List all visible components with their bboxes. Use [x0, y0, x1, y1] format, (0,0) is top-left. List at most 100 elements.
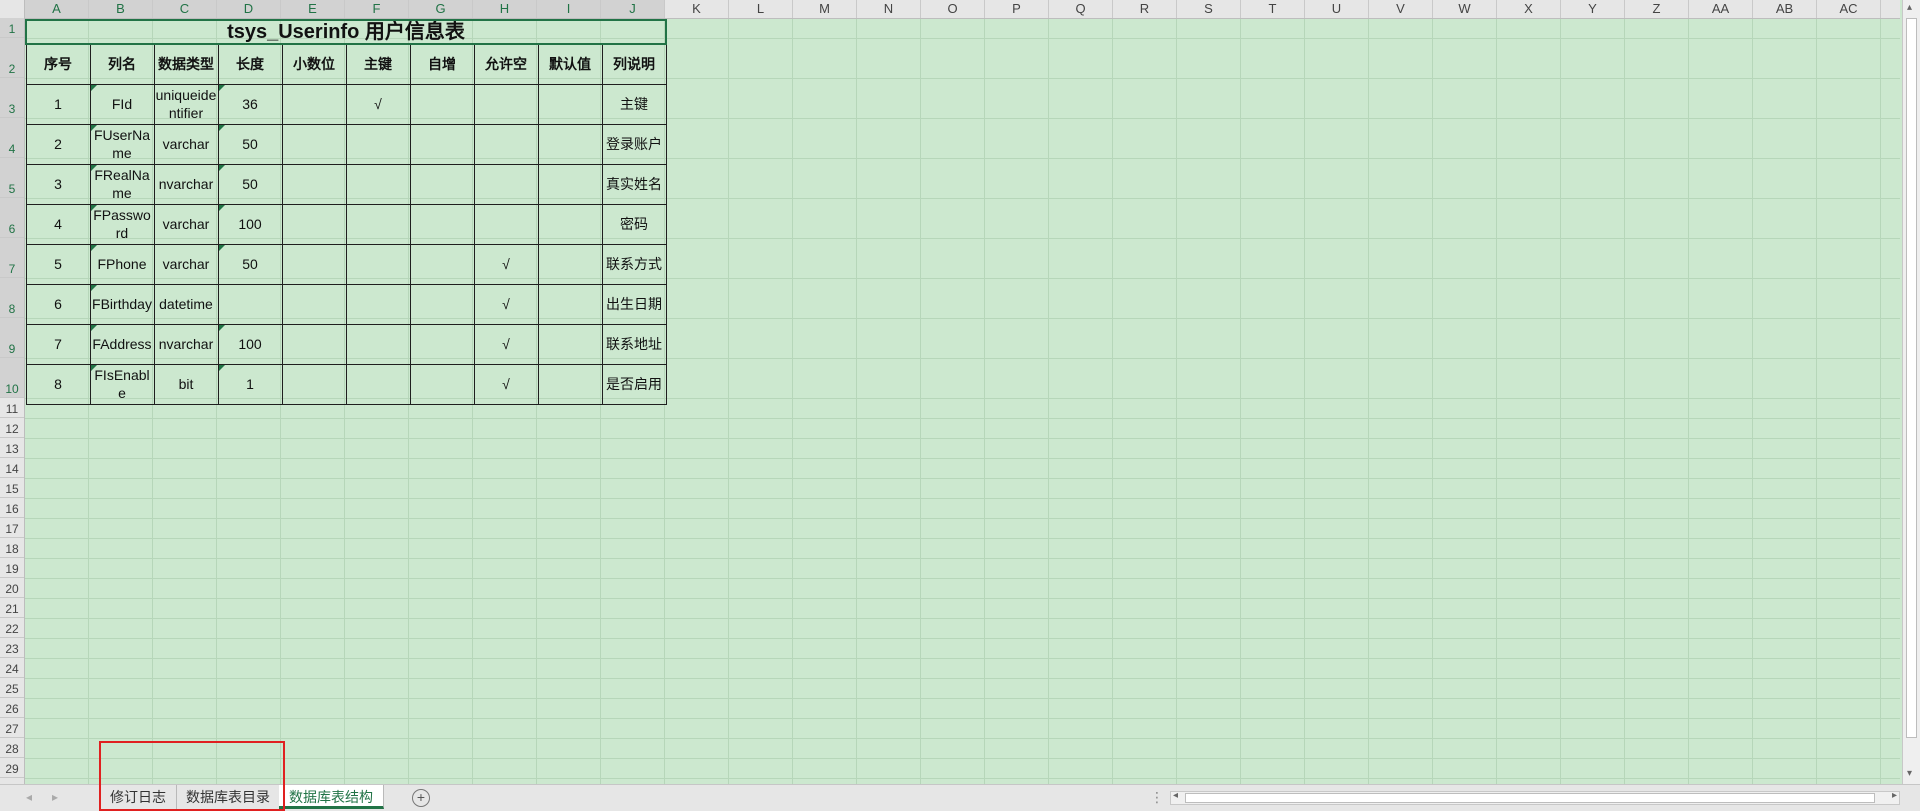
table-cell[interactable] — [537, 83, 603, 125]
sheet-tab[interactable]: 修订日志 — [100, 785, 177, 809]
column-label[interactable]: 小数位 — [281, 43, 347, 85]
table-cell[interactable]: √ — [345, 83, 411, 125]
table-cell[interactable] — [281, 323, 347, 365]
table-cell[interactable]: FRealName — [89, 163, 155, 205]
column-label[interactable]: 默认值 — [537, 43, 603, 85]
column-header-z[interactable]: Z — [1625, 0, 1689, 18]
row-header-4[interactable]: 4 — [0, 118, 24, 158]
column-label[interactable]: 长度 — [217, 43, 283, 85]
column-header-ab[interactable]: AB — [1753, 0, 1817, 18]
table-cell[interactable] — [281, 203, 347, 245]
table-cell[interactable] — [537, 323, 603, 365]
table-cell[interactable]: 2 — [25, 123, 91, 165]
row-header-19[interactable]: 19 — [0, 558, 24, 578]
table-cell[interactable]: FId — [89, 83, 155, 125]
table-cell[interactable] — [409, 123, 475, 165]
column-header-q[interactable]: Q — [1049, 0, 1113, 18]
table-cell[interactable]: 50 — [217, 163, 283, 205]
row-header-21[interactable]: 21 — [0, 598, 24, 618]
table-cell[interactable] — [409, 203, 475, 245]
table-cell[interactable] — [409, 363, 475, 405]
column-header-a[interactable]: A — [25, 0, 89, 18]
table-cell[interactable]: varchar — [153, 123, 219, 165]
table-cell[interactable] — [473, 163, 539, 205]
row-header-3[interactable]: 3 — [0, 78, 24, 118]
next-sheet-icon[interactable]: ▸ — [52, 790, 58, 804]
splitter-handle-icon[interactable]: ⋮ — [1150, 789, 1164, 806]
table-cell[interactable]: 登录账户 — [601, 123, 667, 165]
table-cell[interactable] — [345, 283, 411, 325]
row-header-15[interactable]: 15 — [0, 478, 24, 498]
column-header-e[interactable]: E — [281, 0, 345, 18]
row-header-2[interactable]: 2 — [0, 38, 24, 78]
table-cell[interactable]: FIsEnable — [89, 363, 155, 405]
select-all-corner[interactable] — [0, 0, 25, 18]
row-header-17[interactable]: 17 — [0, 518, 24, 538]
horizontal-scroll-thumb[interactable] — [1185, 793, 1875, 803]
row-header-27[interactable]: 27 — [0, 718, 24, 738]
table-cell[interactable] — [345, 243, 411, 285]
table-cell[interactable] — [537, 283, 603, 325]
table-cell[interactable] — [409, 163, 475, 205]
row-header-13[interactable]: 13 — [0, 438, 24, 458]
table-cell[interactable]: 联系方式 — [601, 243, 667, 285]
table-cell[interactable]: 密码 — [601, 203, 667, 245]
table-cell[interactable]: FBirthday — [89, 283, 155, 325]
table-cell[interactable] — [345, 163, 411, 205]
table-cell[interactable]: FPhone — [89, 243, 155, 285]
scroll-down-icon[interactable]: ▾ — [1907, 768, 1912, 779]
table-cell[interactable]: FUserName — [89, 123, 155, 165]
column-label[interactable]: 主键 — [345, 43, 411, 85]
table-cell[interactable] — [537, 123, 603, 165]
table-cell[interactable]: 3 — [25, 163, 91, 205]
column-header-w[interactable]: W — [1433, 0, 1497, 18]
table-cell[interactable]: varchar — [153, 243, 219, 285]
row-header-11[interactable]: 11 — [0, 398, 24, 418]
column-header-c[interactable]: C — [153, 0, 217, 18]
table-cell[interactable]: 50 — [217, 123, 283, 165]
row-header-23[interactable]: 23 — [0, 638, 24, 658]
table-cell[interactable]: √ — [473, 323, 539, 365]
row-header-22[interactable]: 22 — [0, 618, 24, 638]
row-header-12[interactable]: 12 — [0, 418, 24, 438]
table-cell[interactable]: √ — [473, 363, 539, 405]
table-cell[interactable] — [409, 83, 475, 125]
column-header-m[interactable]: M — [793, 0, 857, 18]
column-header-u[interactable]: U — [1305, 0, 1369, 18]
table-cell[interactable]: nvarchar — [153, 163, 219, 205]
table-cell[interactable]: 出生日期 — [601, 283, 667, 325]
table-cell[interactable] — [537, 243, 603, 285]
scroll-left-icon[interactable]: ◂ — [1173, 790, 1178, 801]
table-cell[interactable]: varchar — [153, 203, 219, 245]
column-header-y[interactable]: Y — [1561, 0, 1625, 18]
table-cell[interactable] — [345, 123, 411, 165]
column-header-r[interactable]: R — [1113, 0, 1177, 18]
column-label[interactable]: 自增 — [409, 43, 475, 85]
row-header-7[interactable]: 7 — [0, 238, 24, 278]
row-header-9[interactable]: 9 — [0, 318, 24, 358]
table-cell[interactable] — [281, 363, 347, 405]
vertical-scroll-thumb[interactable] — [1906, 18, 1917, 738]
table-title[interactable]: tsys_Userinfo 用户信息表 — [25, 19, 667, 45]
row-header-10[interactable]: 10 — [0, 358, 24, 398]
table-cell[interactable]: datetime — [153, 283, 219, 325]
table-cell[interactable] — [409, 323, 475, 365]
column-header-i[interactable]: I — [537, 0, 601, 18]
table-cell[interactable] — [217, 283, 283, 325]
row-header-6[interactable]: 6 — [0, 198, 24, 238]
table-cell[interactable]: 7 — [25, 323, 91, 365]
table-cell[interactable]: bit — [153, 363, 219, 405]
table-cell[interactable] — [537, 363, 603, 405]
row-header-14[interactable]: 14 — [0, 458, 24, 478]
table-cell[interactable]: 是否启用 — [601, 363, 667, 405]
column-label[interactable]: 数据类型 — [153, 43, 219, 85]
row-header-1[interactable]: 1 — [0, 18, 24, 38]
table-cell[interactable]: FAddress — [89, 323, 155, 365]
column-header-d[interactable]: D — [217, 0, 281, 18]
row-header-26[interactable]: 26 — [0, 698, 24, 718]
column-header-x[interactable]: X — [1497, 0, 1561, 18]
table-cell[interactable]: 4 — [25, 203, 91, 245]
table-cell[interactable] — [409, 283, 475, 325]
row-header-29[interactable]: 29 — [0, 758, 24, 778]
row-header-28[interactable]: 28 — [0, 738, 24, 758]
